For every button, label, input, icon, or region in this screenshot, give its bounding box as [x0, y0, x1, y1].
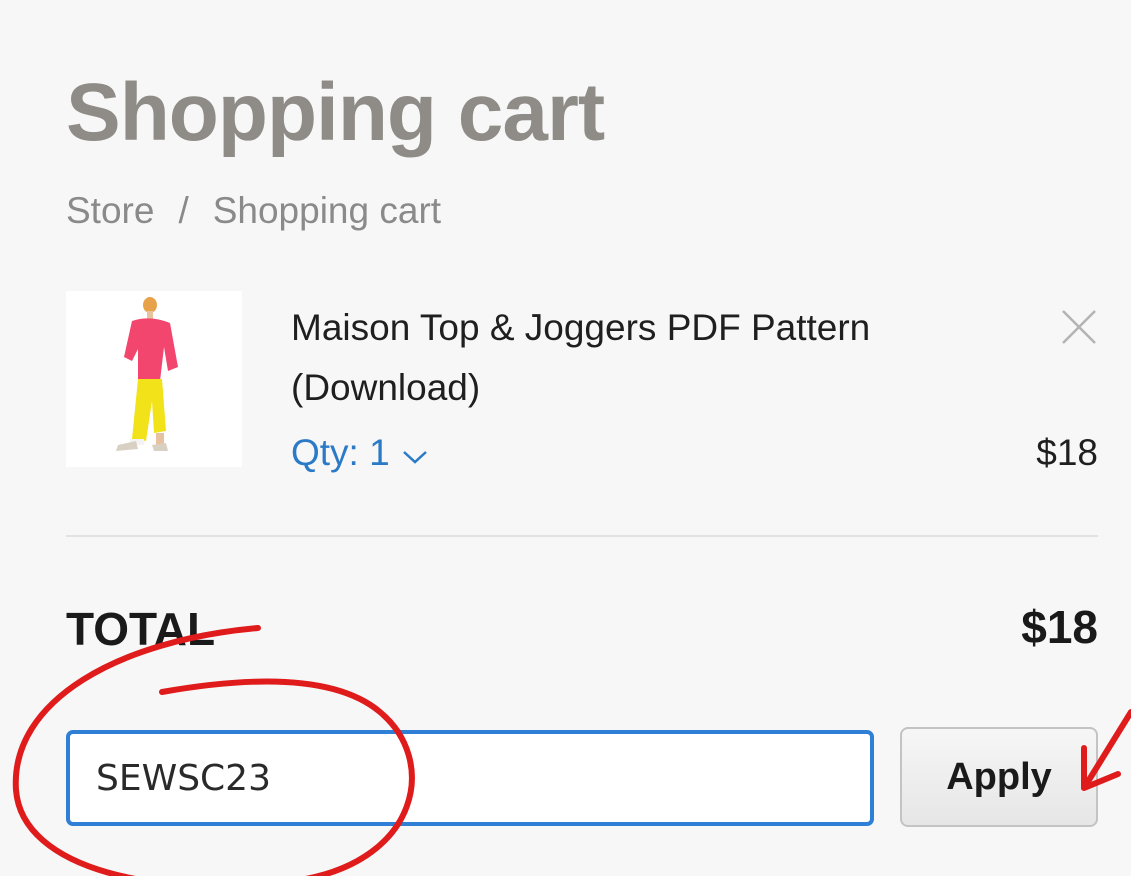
divider: [66, 535, 1098, 537]
pattern-illustration-icon: [116, 297, 178, 451]
chevron-down-icon: [402, 432, 428, 474]
breadcrumb: Store / Shopping cart: [66, 190, 441, 232]
item-price: $18: [1036, 432, 1098, 473]
page-title: Shopping cart: [66, 67, 605, 158]
cart-panel: Shopping cart Store / Shopping cart Maison…: [0, 0, 1131, 876]
quantity-label: Qty: 1: [291, 432, 390, 473]
total-value: $18: [1021, 601, 1098, 653]
cart-item-name[interactable]: Maison Top & Joggers PDF Pattern (Downlo…: [291, 298, 1011, 418]
product-thumbnail[interactable]: [66, 291, 242, 467]
promo-code-input[interactable]: [66, 730, 874, 826]
quantity-dropdown[interactable]: Qty: 1: [291, 432, 428, 474]
breadcrumb-store-link[interactable]: Store: [66, 190, 154, 231]
total-label: TOTAL: [66, 603, 216, 655]
remove-item-button[interactable]: [1057, 305, 1101, 349]
breadcrumb-separator: /: [178, 190, 189, 231]
close-icon: [1062, 310, 1096, 344]
breadcrumb-current: Shopping cart: [212, 190, 442, 231]
apply-button[interactable]: Apply: [900, 727, 1098, 827]
